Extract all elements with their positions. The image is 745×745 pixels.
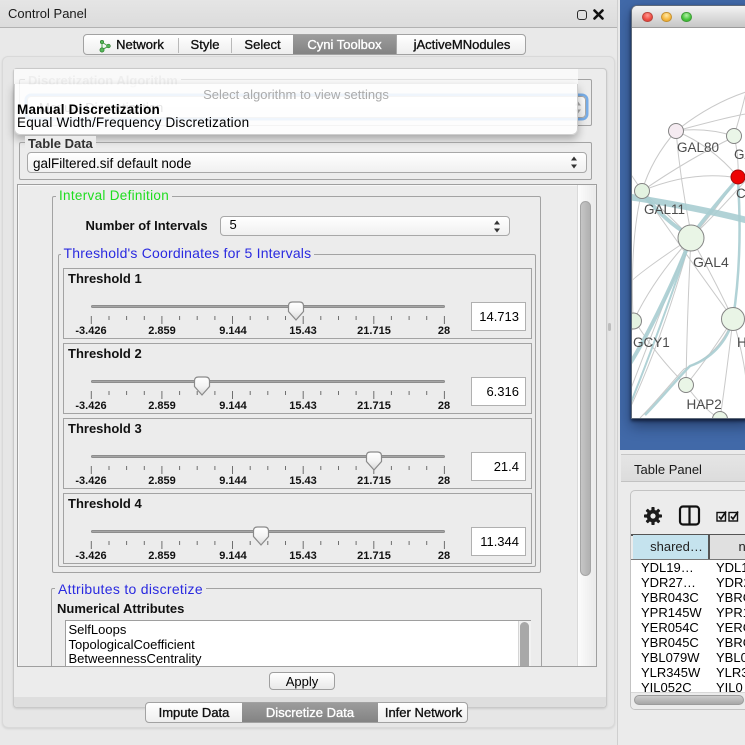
svg-text:GAL11: GAL11 (644, 202, 685, 217)
svg-text:CO: CO (736, 186, 745, 201)
svg-text:GAL80: GAL80 (677, 140, 719, 155)
svg-text:HAP2: HAP2 (687, 397, 722, 412)
svg-text:HA: HA (737, 335, 745, 350)
svg-text:GCY1: GCY1 (633, 335, 670, 350)
svg-text:GA: GA (734, 147, 745, 162)
svg-text:GAL4: GAL4 (693, 254, 729, 270)
